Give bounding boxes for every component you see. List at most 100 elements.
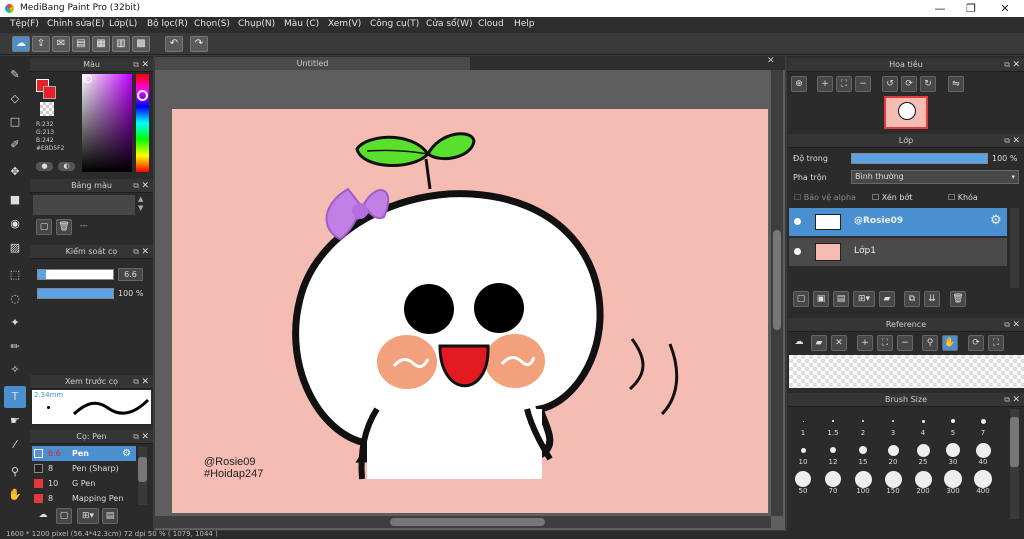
brush-size-cell[interactable]: 4 [908, 409, 938, 437]
menu-view[interactable]: Xem(V) [328, 19, 361, 29]
menu-select[interactable]: Chọn(S) [194, 19, 230, 29]
eyedropper-tool-icon[interactable]: ⚲ [4, 461, 26, 483]
canvas-tab[interactable]: Untitled [155, 57, 470, 71]
upload-icon[interactable]: ⇪ [32, 36, 50, 52]
layer-settings-icon[interactable]: ⚙ [990, 213, 1002, 228]
layer-row-rosie09[interactable]: @Rosie09 ⚙ [789, 208, 1007, 236]
menu-window[interactable]: Cửa sổ(W) [426, 19, 472, 29]
grid-icon[interactable]: ▥ [112, 36, 130, 52]
close-panel-icon[interactable]: ✕ [141, 245, 149, 259]
undock-icon[interactable]: ⧉ [133, 375, 139, 389]
open-reference-icon[interactable]: ▰ [811, 335, 827, 351]
brush-size-cell[interactable]: 5 [938, 409, 968, 437]
cloud-brush-icon[interactable]: ☁ [35, 508, 51, 524]
new-palette-icon[interactable]: ▢ [36, 219, 52, 235]
brush-size-cell[interactable]: 3 [878, 409, 908, 437]
brush-item-g-pen[interactable]: 10 G Pen [32, 476, 136, 491]
new-1bit-layer-icon[interactable]: ▤ [833, 291, 849, 307]
brush-size-slider[interactable] [37, 269, 114, 280]
brush-item-pen[interactable]: 6.6 Pen ⚙ [32, 446, 136, 461]
ref-zoom-in-icon[interactable]: + [857, 335, 873, 351]
brush-size-cell[interactable]: 50 [788, 467, 818, 495]
folder-icon[interactable]: ▰ [879, 291, 895, 307]
comment-icon[interactable]: ✉ [52, 36, 70, 52]
drawing-canvas[interactable]: @Rosie09 #Hoidap247 [172, 109, 768, 513]
brush-size-cell[interactable]: 30 [938, 438, 968, 466]
ref-fit-icon[interactable]: ⛶ [877, 335, 893, 351]
canvas-vscroll-thumb[interactable] [773, 230, 781, 330]
close-panel-icon[interactable]: ✕ [1012, 318, 1020, 332]
brush-size-cell[interactable]: 25 [908, 438, 938, 466]
select-pen-tool-icon[interactable]: ✏ [4, 336, 26, 358]
close-panel-icon[interactable]: ✕ [1012, 393, 1020, 407]
close-panel-icon[interactable]: ✕ [1012, 58, 1020, 72]
navigator-thumbnail[interactable] [884, 96, 928, 129]
dot-tool-icon[interactable]: □ [4, 111, 26, 133]
ref-eyedropper-icon[interactable]: ⚲ [922, 335, 938, 351]
rotate-left-icon[interactable]: ↺ [882, 76, 898, 92]
hue-handle[interactable] [137, 90, 148, 101]
layout-icon[interactable]: ▩ [132, 36, 150, 52]
new-halftone-layer-icon[interactable]: ▣ [813, 291, 829, 307]
brush-size-cell[interactable]: 200 [908, 467, 938, 495]
move-tool-icon[interactable]: ✥ [4, 161, 26, 183]
minimize-button[interactable]: — [925, 1, 955, 16]
rotate-right-icon[interactable]: ↻ [920, 76, 936, 92]
transparent-swatch[interactable] [40, 102, 54, 116]
undock-icon[interactable]: ⧉ [133, 58, 139, 72]
clipping-checkbox[interactable]: ☐ Xén bớt [872, 193, 912, 202]
brush-size-cell[interactable]: 300 [938, 467, 968, 495]
redo-icon[interactable]: ↷ [190, 36, 208, 52]
undock-icon[interactable]: ⧉ [133, 245, 139, 259]
canvas-vscrollbar[interactable] [771, 70, 783, 516]
undo-icon[interactable]: ↶ [165, 36, 183, 52]
operation-tool-icon[interactable]: ☛ [4, 410, 26, 432]
menu-color[interactable]: Màu (C) [284, 19, 319, 29]
brush-menu-icon[interactable]: ▤ [102, 508, 118, 524]
brush-list-scroll-thumb[interactable] [138, 457, 147, 482]
brush-size-cell[interactable]: 150 [878, 467, 908, 495]
menu-edit[interactable]: Chỉnh sửa(E) [47, 19, 104, 29]
color-history-button[interactable]: ◐ [58, 162, 75, 171]
color-saturation-square[interactable] [82, 74, 132, 172]
menu-layer[interactable]: Lớp(L) [109, 19, 137, 29]
brush-size-value[interactable]: 6.6 [118, 268, 143, 281]
canvas-tab-close-icon[interactable]: ✕ [767, 56, 775, 66]
close-panel-icon[interactable]: ✕ [141, 430, 149, 444]
brush-size-cell[interactable]: 20 [878, 438, 908, 466]
menu-snap[interactable]: Chụp(N) [238, 19, 275, 29]
brush-size-cell[interactable]: 40 [968, 438, 998, 466]
brush-size-scroll-thumb[interactable] [1010, 417, 1019, 467]
select-tool-icon[interactable]: ⬚ [4, 264, 26, 286]
protect-alpha-checkbox[interactable]: ☐ Bảo vệ alpha [794, 193, 856, 202]
hue-slider[interactable] [136, 74, 149, 172]
layer-list-scrollbar[interactable] [1010, 208, 1019, 288]
menu-filter[interactable]: Bộ lọc(R) [147, 19, 188, 29]
eye-icon[interactable] [794, 248, 801, 255]
close-panel-icon[interactable]: ✕ [141, 375, 149, 389]
eraser-tool-icon[interactable]: ◇ [4, 88, 26, 110]
brush-size-cell[interactable]: 100 [848, 467, 878, 495]
brush-size-cell[interactable]: 12 [818, 438, 848, 466]
bucket-tool-icon[interactable]: ◉ [4, 213, 26, 235]
cloud-icon[interactable]: ☁ [12, 36, 30, 52]
blend-mode-select[interactable]: Bình thường ▾ [851, 170, 1019, 184]
brush-size-cell[interactable]: 70 [818, 467, 848, 495]
lock-checkbox[interactable]: ☐ Khóa [948, 193, 978, 202]
layer-row-lop1[interactable]: Lớp1 [789, 238, 1007, 266]
brush-opacity-slider[interactable] [37, 288, 114, 299]
menu-file[interactable]: Tệp(F) [10, 19, 39, 29]
tile-icon[interactable]: ▤ [72, 36, 90, 52]
ref-fit-window-icon[interactable]: ⛶ [988, 335, 1004, 351]
brush-size-cell[interactable]: 2 [848, 409, 878, 437]
menu-help[interactable]: Help [514, 19, 535, 29]
undock-icon[interactable]: ⧉ [1004, 58, 1010, 72]
fit-icon[interactable]: ⛶ [836, 76, 852, 92]
divide-tool-icon[interactable]: ⁄ [4, 434, 26, 456]
ref-hand-icon[interactable]: ✋ [942, 335, 958, 351]
close-button[interactable]: ✕ [990, 1, 1020, 16]
undock-icon[interactable]: ⧉ [133, 179, 139, 193]
gradient-tool-icon[interactable]: ▨ [4, 237, 26, 259]
delete-layer-icon[interactable]: 🗑 [950, 291, 966, 307]
brush-size-cell[interactable]: 1 [788, 409, 818, 437]
